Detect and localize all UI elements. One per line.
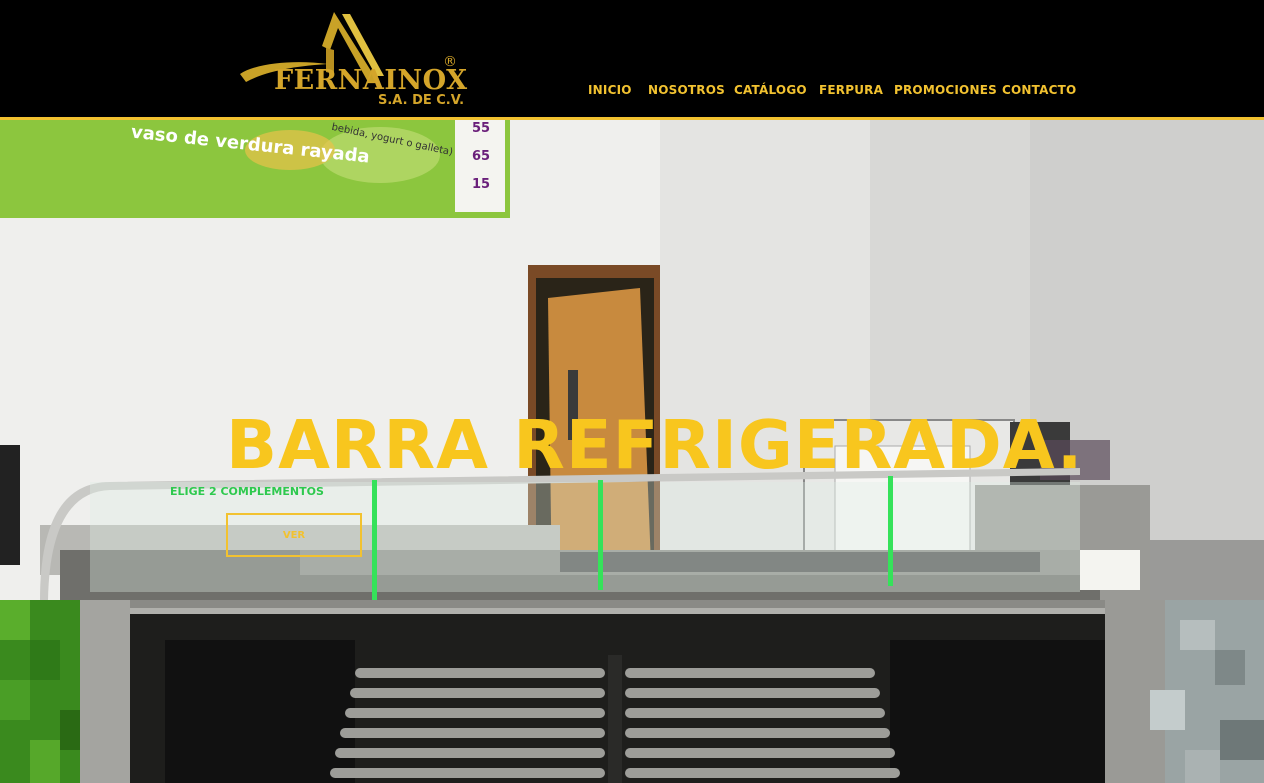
hero-ver-button[interactable]: VER bbox=[226, 513, 362, 557]
hero-title: BARRA REFRIGERADA. bbox=[226, 406, 1084, 484]
nav-link-inicio[interactable]: INICIO bbox=[588, 83, 632, 97]
glass-label: ELIGE 2 COMPLEMENTOS bbox=[170, 485, 324, 498]
hero-slider: vaso de verdura rayada bebida, yogurt o … bbox=[0, 120, 1264, 600]
main-nav: INICIO NOSOTROS CATÁLOGO FERPURA PROMOCI… bbox=[0, 83, 1264, 99]
nav-link-ferpura[interactable]: FERPURA bbox=[819, 83, 883, 97]
signage-price-1: 55 bbox=[472, 121, 490, 136]
product-photo bbox=[0, 600, 1264, 783]
nav-link-nosotros[interactable]: NOSOTROS bbox=[648, 83, 725, 97]
product-image-strip bbox=[0, 600, 1264, 783]
nav-link-contacto[interactable]: CONTACTO bbox=[1002, 83, 1076, 97]
nav-link-catalogo[interactable]: CATÁLOGO bbox=[734, 83, 807, 97]
nav-link-promociones[interactable]: PROMOCIONES bbox=[894, 83, 997, 97]
hero-background-photo: vaso de verdura rayada bebida, yogurt o … bbox=[0, 120, 1264, 600]
registered-mark: ® bbox=[443, 54, 457, 70]
site-header: FERNAINOX ® S.A. DE C.V. INICIO NOSOTROS… bbox=[0, 0, 1264, 120]
signage-price-2: 65 bbox=[472, 149, 490, 164]
signage-price-3: 15 bbox=[472, 177, 490, 192]
